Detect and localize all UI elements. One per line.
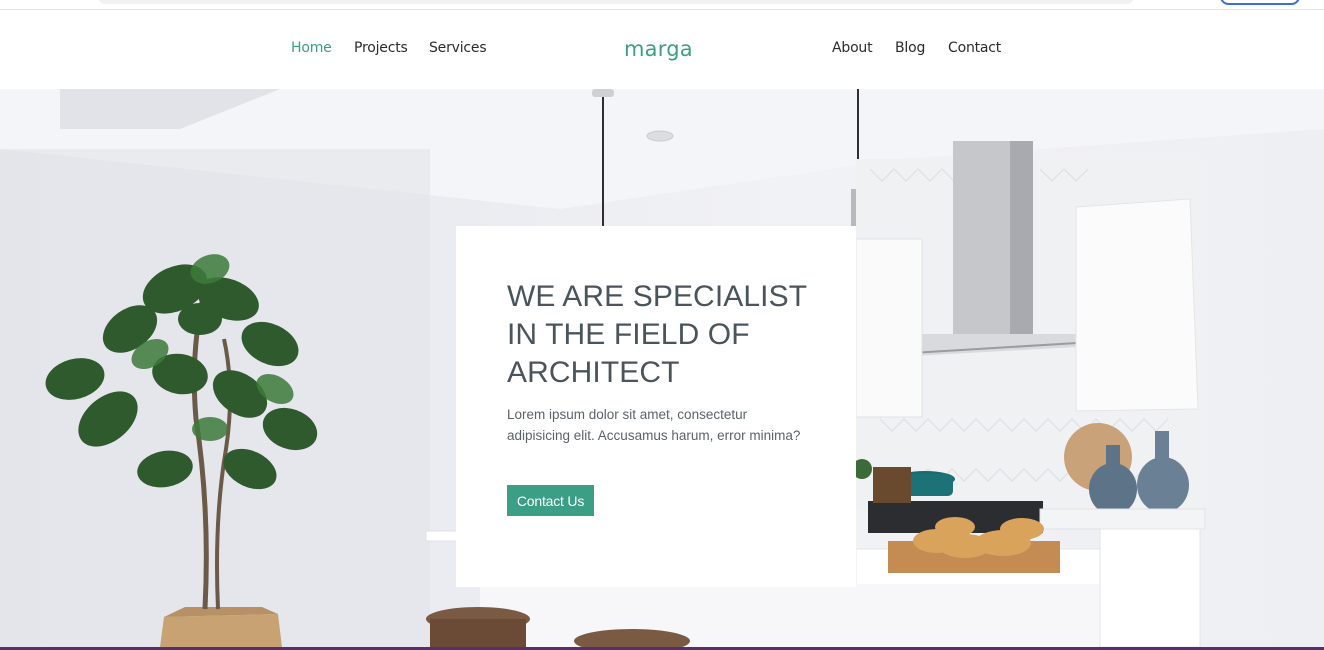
nav-link-blog[interactable]: Blog [895,40,925,56]
hero-card: WE ARE SPECIALIST IN THE FIELD OF ARCHIT… [456,226,856,587]
address-bar[interactable] [98,0,1134,4]
brand-logo[interactable]: marga [624,37,693,61]
nav-link-contact[interactable]: Contact [948,40,1001,56]
nav-link-home[interactable]: Home [291,40,332,56]
hero-section: WE ARE SPECIALIST IN THE FIELD OF ARCHIT… [0,89,1324,647]
browser-toolbar [0,0,1324,10]
site-navbar: Home Projects Services marga About Blog … [0,10,1324,89]
browser-profile-button[interactable] [1220,0,1300,5]
nav-link-about[interactable]: About [832,40,873,56]
nav-link-projects[interactable]: Projects [354,40,408,56]
nav-link-services[interactable]: Services [429,40,487,56]
hero-description: Lorem ipsum dolor sit amet, consectetur … [507,407,801,443]
hero-heading: WE ARE SPECIALIST IN THE FIELD OF ARCHIT… [507,280,807,389]
contact-us-button[interactable]: Contact Us [507,485,594,516]
